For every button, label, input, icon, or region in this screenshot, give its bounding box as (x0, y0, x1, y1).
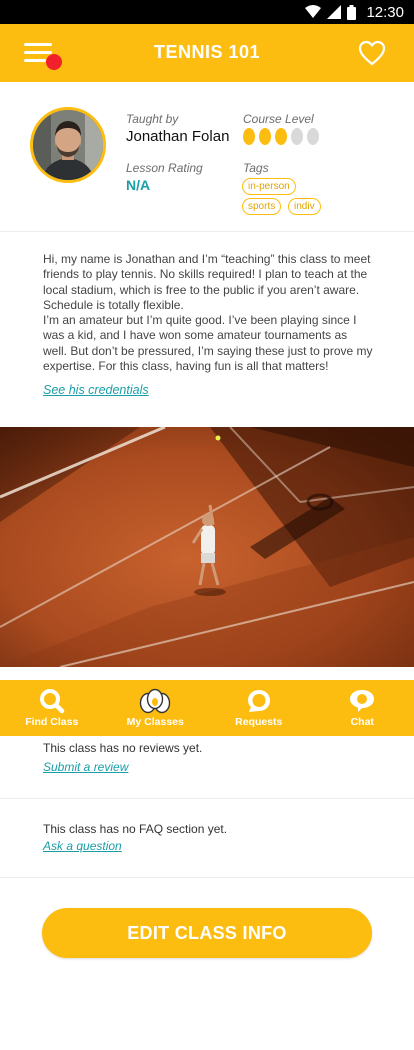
tag-chip[interactable]: sports (242, 198, 282, 215)
instructor-photo (33, 110, 103, 180)
eggs-icon (140, 688, 171, 714)
level-dot-filled (243, 128, 255, 145)
instructor-profile: Taught by Jonathan Folan Lesson Rating N… (0, 82, 414, 232)
divider (0, 877, 414, 878)
level-dot-empty (291, 128, 303, 145)
favorite-button[interactable] (358, 40, 386, 66)
status-bar: 12:30 (0, 0, 414, 24)
lesson-rating-value: N/A (126, 177, 151, 193)
nav-label: My Classes (126, 716, 184, 728)
edit-class-info-button[interactable]: EDIT CLASS INFO (42, 908, 372, 958)
faq-empty-text: This class has no FAQ section yet. (43, 822, 228, 836)
app-bar: TENNIS 101 (0, 24, 414, 82)
reviews-empty-text: This class has no reviews yet. (43, 741, 203, 755)
level-dot-filled (275, 128, 287, 145)
chat-bubble-icon (350, 690, 375, 712)
taught-by-label: Taught by (126, 112, 179, 126)
tennis-court-image (0, 427, 414, 667)
nav-label: Chat (350, 716, 374, 728)
nav-label: Requests (235, 716, 283, 728)
instructor-name[interactable]: Jonathan Folan (126, 128, 229, 145)
nav-find-class[interactable]: Find Class (0, 680, 104, 736)
signal-icon (327, 5, 342, 19)
page-title: TENNIS 101 (153, 42, 261, 62)
class-description: Hi, my name is Jonathan and I’m “teachin… (43, 252, 373, 374)
submit-review-link[interactable]: Submit a review (43, 760, 128, 774)
nav-chat[interactable]: Chat (311, 680, 414, 736)
avatar[interactable] (30, 107, 106, 183)
bottom-navigation: Find Class My Classes Requests Chat (0, 680, 414, 736)
see-credentials-link[interactable]: See his credentials (43, 383, 149, 397)
level-dot-empty (307, 128, 319, 145)
level-dot-filled (259, 128, 271, 145)
class-photo (0, 427, 414, 667)
description-paragraph: I’m an amateur but I’m quite good. I’ve … (43, 313, 373, 374)
ask-question-link[interactable]: Ask a question (43, 839, 122, 853)
divider (0, 798, 414, 799)
nav-requests[interactable]: Requests (207, 680, 311, 736)
description-paragraph: Hi, my name is Jonathan and I’m “teachin… (43, 252, 371, 312)
tags-label: Tags (243, 161, 269, 175)
nav-my-classes[interactable]: My Classes (104, 680, 208, 736)
battery-icon (347, 4, 357, 20)
course-level-indicator (243, 128, 319, 145)
status-icons: 12:30 (305, 3, 404, 21)
tag-chip[interactable]: in-person (242, 178, 296, 195)
request-bubble-icon (247, 690, 270, 712)
status-time: 12:30 (366, 3, 404, 21)
tag-chip[interactable]: indiv (288, 198, 321, 215)
search-icon (39, 689, 64, 714)
wifi-icon (305, 5, 322, 18)
course-level-label: Course Level (243, 112, 314, 126)
lesson-rating-label: Lesson Rating (126, 161, 203, 175)
nav-label: Find Class (25, 716, 79, 728)
heart-icon (358, 40, 386, 66)
